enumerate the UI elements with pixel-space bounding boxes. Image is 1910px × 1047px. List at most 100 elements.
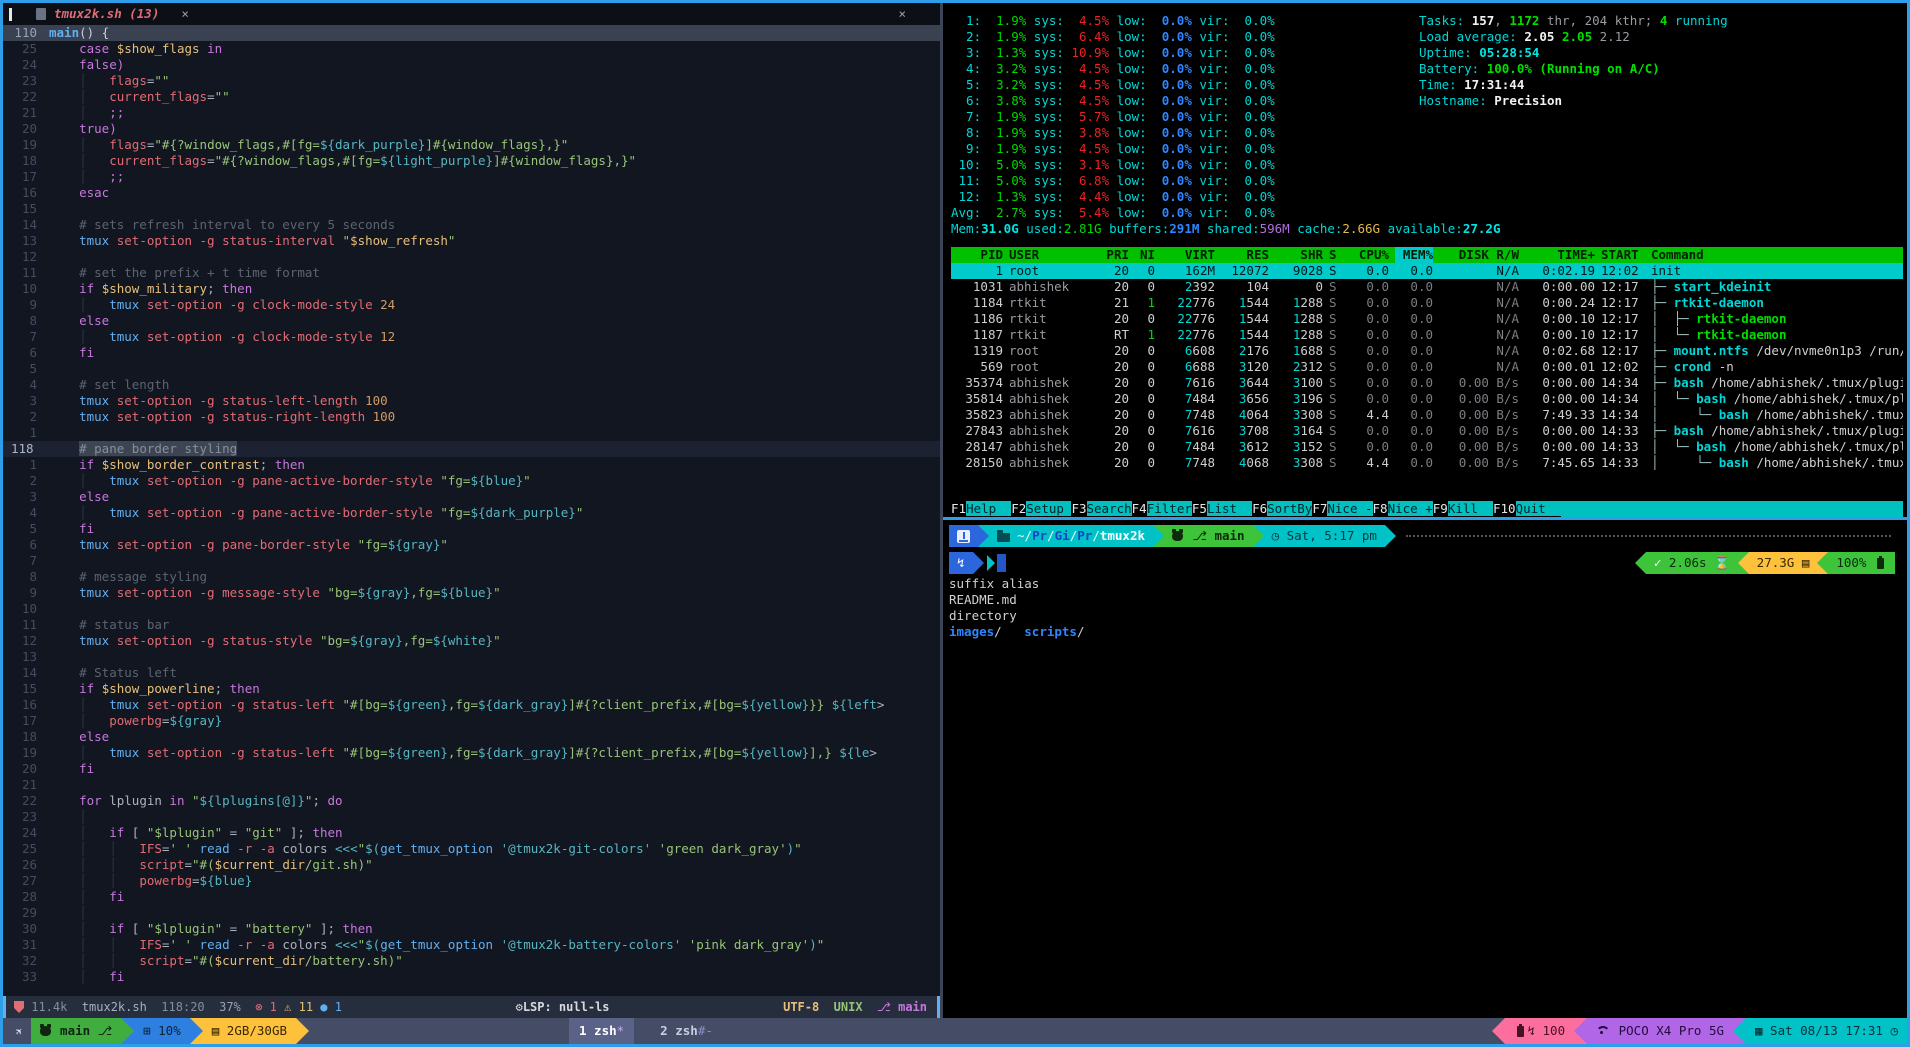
htop-pane[interactable]: 1: 1.9% sys: 4.5% low: 0.0% vir: 0.0% 2:… <box>943 3 1907 517</box>
fkey-f6[interactable]: F6SortBy <box>1252 501 1312 517</box>
process-row[interactable]: 28147abhishek200748436123152S0.00.00.00 … <box>951 439 1903 455</box>
column-header-pri[interactable]: PRI <box>1103 247 1129 263</box>
code-line[interactable]: 6 tmux set-option -g pane-border-style "… <box>3 537 940 553</box>
column-header-time-[interactable]: TIME+ <box>1525 247 1595 263</box>
column-header-virt[interactable]: VIRT <box>1161 247 1215 263</box>
code-line[interactable]: 7 <box>3 553 940 569</box>
fkey-f3[interactable]: F3Search <box>1071 501 1131 517</box>
process-row[interactable]: 35814abhishek200748436563196S0.00.00.00 … <box>951 391 1903 407</box>
code-line[interactable]: 14 # Status left <box>3 665 940 681</box>
code-line[interactable]: 1 if $show_border_contrast; then <box>3 457 940 473</box>
code-line[interactable]: 21 <box>3 777 940 793</box>
code-line[interactable]: 7 │ tmux set-option -g clock-mode-style … <box>3 329 940 345</box>
code-line[interactable]: 13 <box>3 649 940 665</box>
tab-close-icon[interactable]: × <box>181 6 189 22</box>
process-row[interactable]: 1031abhishek20023921040S0.00.0N/A0:00.00… <box>951 279 1903 295</box>
code-line[interactable]: 23 │ <box>3 809 940 825</box>
code-line[interactable]: 6 fi <box>3 345 940 361</box>
code-line[interactable]: 8 else <box>3 313 940 329</box>
code-line[interactable]: 19 │ tmux set-option -g status-left "#[b… <box>3 745 940 761</box>
code-line[interactable]: 25 case $show_flags in <box>3 41 940 57</box>
shell-pane[interactable]: ~/Pr/Gi/Pr/tmux2k ⎇ main◷ Sat, 5:17 pm ↯… <box>943 520 1907 1018</box>
code-line[interactable]: 2 tmux set-option -g status-right-length… <box>3 409 940 425</box>
column-header-res[interactable]: RES <box>1221 247 1269 263</box>
fkey-f10[interactable]: F10Quit <box>1493 501 1561 517</box>
tmux-window-1[interactable]: 1 zsh* <box>569 1018 634 1044</box>
code-line[interactable]: 24 false) <box>3 57 940 73</box>
code-line[interactable]: 9 tmux set-option -g message-style "bg=$… <box>3 585 940 601</box>
code-line[interactable]: 27 │ │ powerbg=${blue} <box>3 873 940 889</box>
code-line[interactable]: 4 # set length <box>3 377 940 393</box>
process-row[interactable]: 1319root200660821761688S0.00.0N/A0:02.68… <box>951 343 1903 359</box>
code-line[interactable]: 16 esac <box>3 185 940 201</box>
code-line[interactable]: 33 │ fi <box>3 969 940 985</box>
code-line[interactable]: 17 │ ;; <box>3 169 940 185</box>
process-row[interactable]: 27843abhishek200761637083164S0.00.00.00 … <box>951 423 1903 439</box>
code-line[interactable]: 4 │ tmux set-option -g pane-active-borde… <box>3 505 940 521</box>
code-line[interactable]: 21 │ ;; <box>3 105 940 121</box>
column-header-s[interactable]: S <box>1329 247 1343 263</box>
fkey-f1[interactable]: F1Help <box>951 501 1011 517</box>
column-header-pid[interactable]: PID <box>951 247 1003 263</box>
code-line[interactable]: 8 # message styling <box>3 569 940 585</box>
code-line[interactable]: 10 <box>3 601 940 617</box>
column-header-user[interactable]: USER <box>1009 247 1097 263</box>
code-line[interactable]: 29 │ <box>3 905 940 921</box>
process-row[interactable]: 569root200668831202312S0.00.0N/A0:00.011… <box>951 359 1903 375</box>
code-line[interactable]: 31 │ │ IFS=' ' read -r -a colors <<<"$(g… <box>3 937 940 953</box>
code-line[interactable]: 26 │ │ script="#($current_dir/git.sh)" <box>3 857 940 873</box>
fkey-f9[interactable]: F9Kill <box>1433 501 1493 517</box>
fkey-f2[interactable]: F2Setup <box>1011 501 1071 517</box>
column-header-start[interactable]: START <box>1601 247 1645 263</box>
code-line[interactable]: 15 <box>3 201 940 217</box>
code-line[interactable]: 10 if $show_military; then <box>3 281 940 297</box>
editor-pane[interactable]: tmux2k.sh (13) × × 110 main() { 25 case … <box>3 3 940 1018</box>
column-header-mem-[interactable]: MEM% <box>1395 247 1433 263</box>
tab-title[interactable]: tmux2k.sh (13) <box>54 6 159 22</box>
code-line[interactable]: 22 for lplugin in "${lplugins[@]}"; do <box>3 793 940 809</box>
process-row[interactable]: 1root200162M120729028S0.00.0N/A0:02.1912… <box>951 263 1903 279</box>
process-row[interactable]: 1184rtkit2112277615441288S0.00.0N/A0:00.… <box>951 295 1903 311</box>
code-area[interactable]: 25 case $show_flags in24 false)23 │ flag… <box>3 41 940 996</box>
process-row[interactable]: 35374abhishek200761636443100S0.00.00.00 … <box>951 375 1903 391</box>
code-line[interactable]: 18 else <box>3 729 940 745</box>
process-row[interactable]: 28150abhishek200774840683308S4.40.00.00 … <box>951 455 1903 471</box>
fkey-f5[interactable]: F5List <box>1192 501 1252 517</box>
code-line[interactable]: 12 <box>3 249 940 265</box>
column-header-ni[interactable]: NI <box>1135 247 1155 263</box>
prompt-line-2[interactable]: ↯ ✓ 2.06s ⌛27.3G ▤100% <box>949 550 1901 576</box>
code-line[interactable]: 20 true) <box>3 121 940 137</box>
column-header-disk-r-w[interactable]: DISK R/W <box>1439 247 1519 263</box>
code-line[interactable]: 14 # sets refresh interval to every 5 se… <box>3 217 940 233</box>
code-line[interactable]: 24 │ if [ "$lplugin" = "git" ]; then <box>3 825 940 841</box>
code-line[interactable]: 118 # pane border styling <box>3 441 940 457</box>
tmux-window-2[interactable]: 2 zsh#- <box>650 1018 723 1044</box>
process-row[interactable]: 35823abhishek200774840643308S4.40.00.00 … <box>951 407 1903 423</box>
code-line[interactable]: 17 │ powerbg=${gray} <box>3 713 940 729</box>
code-line[interactable]: 2 │ tmux set-option -g pane-active-borde… <box>3 473 940 489</box>
column-header-cpu-[interactable]: CPU% <box>1349 247 1389 263</box>
code-line[interactable]: 32 │ │ script="#($current_dir/battery.sh… <box>3 953 940 969</box>
code-line[interactable]: 19 │ flags="#{?window_flags,#[fg=${dark_… <box>3 137 940 153</box>
code-line[interactable]: 16 │ tmux set-option -g status-left "#[b… <box>3 697 940 713</box>
code-line[interactable]: 15 if $show_powerline; then <box>3 681 940 697</box>
process-row[interactable]: 1187rtkitRT12277615441288S0.00.0N/A0:00.… <box>951 327 1903 343</box>
code-line[interactable]: 5 fi <box>3 521 940 537</box>
code-line[interactable]: 9 │ tmux set-option -g clock-mode-style … <box>3 297 940 313</box>
process-table-header[interactable]: PIDUSERPRINIVIRTRESSHRSCPU%MEM%DISK R/WT… <box>951 247 1903 263</box>
code-line[interactable]: 3 tmux set-option -g status-left-length … <box>3 393 940 409</box>
code-line[interactable]: 23 │ flags="" <box>3 73 940 89</box>
code-line[interactable]: 5 <box>3 361 940 377</box>
fkey-f8[interactable]: F8Nice + <box>1373 501 1433 517</box>
code-line[interactable]: 1 <box>3 425 940 441</box>
code-line[interactable]: 12 tmux set-option -g status-style "bg=$… <box>3 633 940 649</box>
fkey-f7[interactable]: F7Nice - <box>1312 501 1372 517</box>
window-close-icon[interactable]: × <box>898 6 906 22</box>
code-line[interactable]: 11 # status bar <box>3 617 940 633</box>
fkey-f4[interactable]: F4Filter <box>1132 501 1192 517</box>
column-header-command[interactable]: Command <box>1651 247 1903 263</box>
code-line[interactable]: 18 │ current_flags="#{?window_flags,#[fg… <box>3 153 940 169</box>
code-line[interactable]: 13 tmux set-option -g status-interval "$… <box>3 233 940 249</box>
code-line[interactable]: 30 │ if [ "$lplugin" = "battery" ]; then <box>3 921 940 937</box>
code-line[interactable]: 22 │ current_flags="" <box>3 89 940 105</box>
